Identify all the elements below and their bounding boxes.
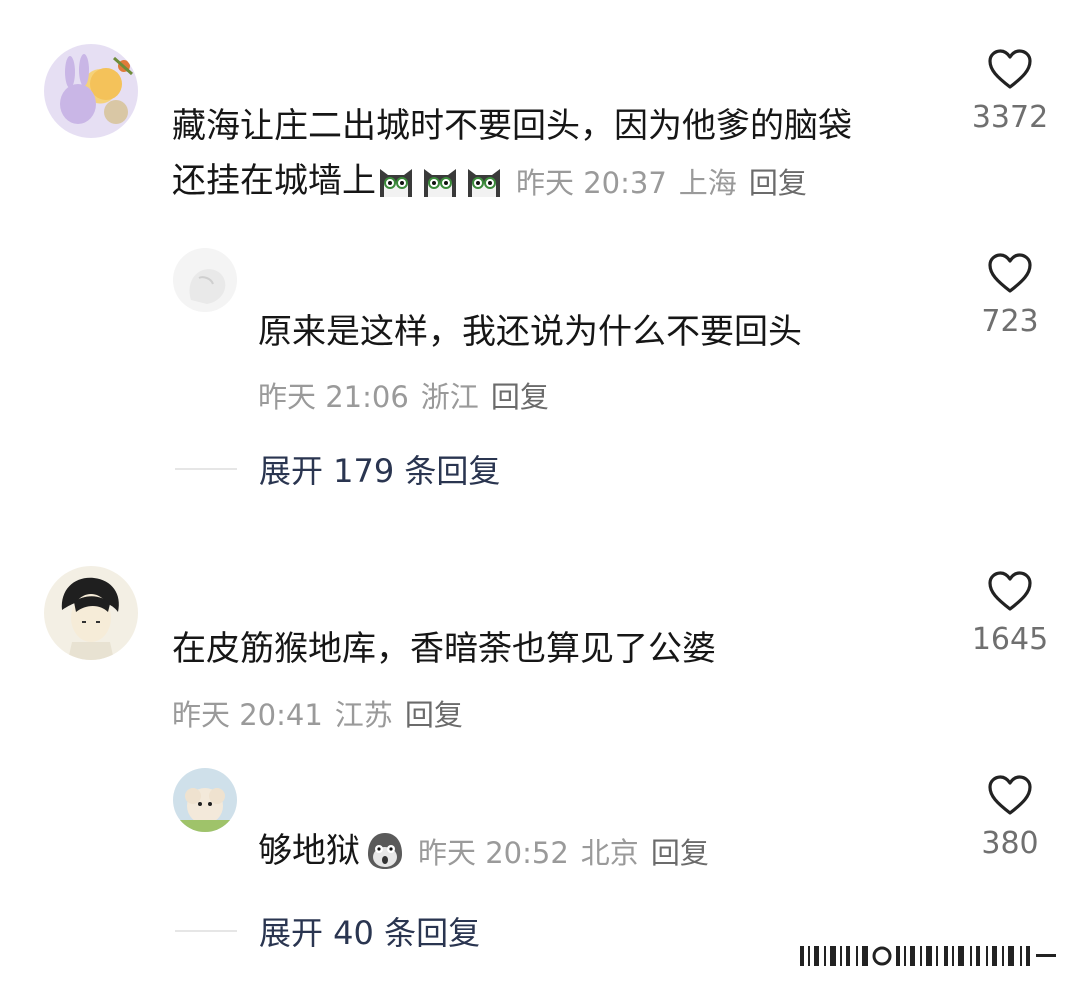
avatar[interactable] [44, 566, 138, 660]
avatar-rabbit-illustration [60, 54, 133, 124]
avatar-hand-illustration [189, 269, 226, 304]
comment-location: 浙江 [420, 380, 479, 414]
avatar[interactable] [44, 44, 138, 138]
divider [175, 930, 237, 932]
expand-replies-button[interactable]: 展开 40 条回复 [175, 908, 480, 954]
divider [175, 468, 237, 470]
like-button[interactable]: 3372 [955, 48, 1065, 135]
reply-button[interactable]: 回复 [651, 836, 709, 870]
comment-meta: 昨天 20:52 北京 回复 [418, 830, 721, 872]
comment-meta: 昨天 20:37 上海 回复 [516, 160, 819, 202]
comment-time: 昨天 20:41 [172, 698, 323, 732]
comment-time: 昨天 21:06 [258, 380, 409, 414]
comment-time: 昨天 20:37 [516, 166, 667, 200]
shocked-face-icon [364, 830, 406, 872]
expand-replies-label: 展开 179 条回复 [259, 452, 501, 490]
reply-button[interactable]: 回复 [749, 166, 807, 200]
comment-time: 昨天 20:52 [418, 836, 569, 870]
like-button[interactable]: 1645 [955, 570, 1065, 657]
reply-button[interactable]: 回复 [491, 380, 549, 414]
like-button[interactable]: 723 [955, 252, 1065, 339]
comment-text-line2-row: 还挂在城墙上 昨天 20:37 上海 回复 [172, 160, 819, 202]
heart-icon [988, 49, 1032, 89]
comment-location: 上海 [678, 166, 737, 200]
like-count: 380 [981, 826, 1039, 861]
comment-text: 还挂在城墙上 [172, 160, 376, 201]
watermark-logo [800, 940, 1060, 974]
like-count: 3372 [971, 100, 1049, 135]
comment-location: 北京 [580, 836, 639, 870]
like-count: 1645 [971, 622, 1049, 657]
avatar-puppy-photo [173, 788, 237, 832]
reply-row: 够地狱 昨天 20:52 北京 回复 [258, 830, 721, 872]
heart-icon [988, 571, 1032, 611]
reply-button[interactable]: 回复 [405, 698, 463, 732]
comment-text: 藏海让庄二出城时不要回头，因为他爹的脑袋 [172, 106, 852, 146]
comment-text: 在皮筋猴地库，香暗荼也算见了公婆 [172, 629, 716, 669]
cat-face-icon [376, 161, 508, 201]
avatar-anime-boy-illustration [61, 577, 119, 660]
comment-location: 江苏 [334, 698, 393, 732]
comment-meta: 昨天 20:41 江苏 回复 [172, 692, 475, 734]
like-count: 723 [981, 304, 1039, 339]
avatar[interactable] [173, 248, 237, 312]
expand-replies-button[interactable]: 展开 179 条回复 [175, 446, 500, 492]
heart-icon [988, 253, 1032, 293]
expand-replies-label: 展开 40 条回复 [259, 914, 481, 952]
like-button[interactable]: 380 [955, 774, 1065, 861]
heart-icon [988, 775, 1032, 815]
comment-meta: 昨天 21:06 浙江 回复 [258, 374, 561, 416]
comment-text: 原来是这样，我还说为什么不要回头 [258, 312, 802, 352]
avatar[interactable] [173, 768, 237, 832]
comment-text: 够地狱 [258, 830, 360, 871]
